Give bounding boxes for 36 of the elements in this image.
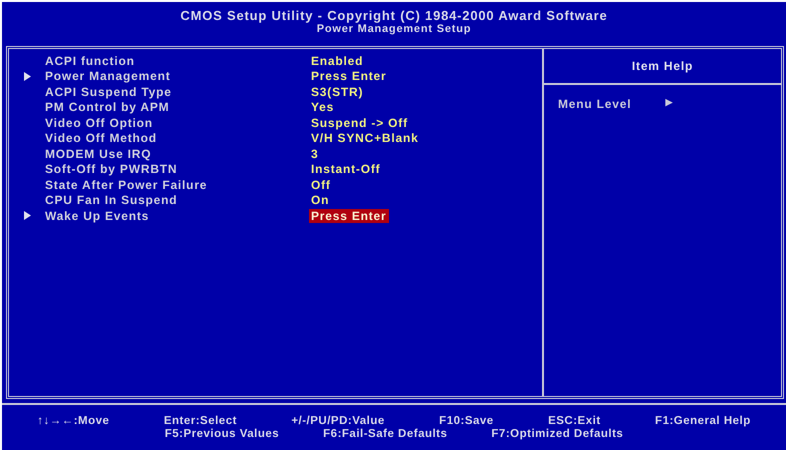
setting-label[interactable]: ACPI Suspend Type	[45, 84, 309, 99]
key-hint: F1:General Help	[655, 415, 751, 427]
setting-value[interactable]: V/H SYNC+Blank	[309, 131, 421, 146]
key-hint: ↑↓→←:Move	[37, 415, 110, 427]
setting-label[interactable]: Video Off Option	[45, 116, 309, 130]
page-title: Power Management Setup	[316, 23, 472, 36]
setting-label[interactable]: Wake Up Events	[45, 208, 309, 223]
setting-label[interactable]: PM Control by APM	[45, 100, 309, 114]
setting-value[interactable]: Instant-Off	[309, 162, 382, 176]
key-hint: Enter:Select	[164, 415, 237, 427]
setting-label[interactable]: Power Management	[45, 69, 309, 84]
setting-label[interactable]: CPU Fan In Suspend	[45, 193, 309, 208]
setting-value[interactable]: Enabled	[309, 54, 366, 68]
setting-label[interactable]: ACPI function	[45, 54, 309, 68]
key-hint: F10:Save	[439, 415, 494, 427]
menu-level-label: Menu Level	[558, 97, 632, 111]
menu-level-marker: ▶	[665, 97, 674, 109]
setting-value[interactable]: S3(STR)	[309, 84, 366, 99]
setting-label[interactable]: State After Power Failure	[45, 178, 309, 192]
setting-label[interactable]: Video Off Method	[45, 131, 309, 146]
setting-value[interactable]: On	[309, 193, 332, 208]
setting-label[interactable]: MODEM Use IRQ	[45, 146, 309, 161]
key-hint: F7:Optimized Defaults	[491, 428, 624, 440]
key-hint: F6:Fail-Safe Defaults	[323, 428, 448, 440]
utility-title: CMOS Setup Utility - Copyright (C) 1984-2000 Award Software	[180, 8, 608, 23]
setting-value[interactable]: Press Enter	[309, 208, 389, 223]
setting-value[interactable]: Off	[309, 178, 333, 192]
setting-value[interactable]: 3	[309, 146, 320, 161]
setting-value[interactable]: Press Enter	[309, 69, 389, 84]
setting-value[interactable]: Yes	[309, 100, 336, 114]
key-hint: +/-/PU/PD:Value	[291, 415, 385, 427]
key-hint: F5:Previous Values	[164, 428, 280, 440]
setting-label[interactable]: Soft-Off by PWRBTN	[45, 162, 309, 176]
setting-value[interactable]: Suspend -> Off	[309, 116, 410, 130]
key-hint: ESC:Exit	[548, 415, 601, 427]
item-help-title: Item Help	[632, 59, 694, 73]
